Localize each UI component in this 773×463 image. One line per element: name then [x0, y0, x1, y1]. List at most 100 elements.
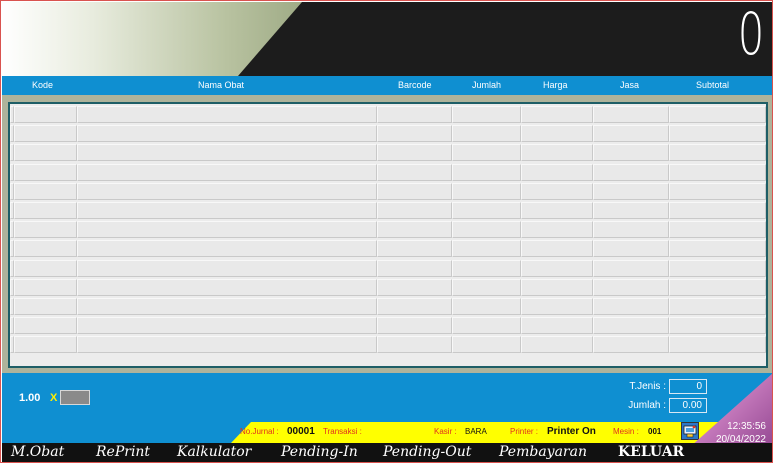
- table-cell[interactable]: [14, 144, 77, 162]
- table-cell[interactable]: [669, 317, 766, 335]
- table-cell[interactable]: [521, 221, 593, 239]
- table-cell[interactable]: [669, 125, 766, 143]
- table-cell[interactable]: [14, 125, 77, 143]
- table-cell[interactable]: [77, 182, 377, 200]
- table-cell[interactable]: [377, 125, 452, 143]
- table-cell[interactable]: [14, 240, 77, 258]
- table-cell[interactable]: [377, 182, 452, 200]
- table-cell[interactable]: [593, 278, 669, 296]
- table-cell[interactable]: [77, 221, 377, 239]
- table-cell[interactable]: [669, 144, 766, 162]
- table-cell[interactable]: [377, 259, 452, 277]
- table-cell[interactable]: [377, 144, 452, 162]
- table-cell[interactable]: [521, 163, 593, 181]
- table-cell[interactable]: [521, 259, 593, 277]
- menu-pending-in[interactable]: Pending-In: [281, 444, 358, 460]
- table-cell[interactable]: [452, 125, 521, 143]
- table-cell[interactable]: [14, 221, 77, 239]
- table-cell[interactable]: [77, 259, 377, 277]
- table-cell[interactable]: [593, 163, 669, 181]
- table-cell[interactable]: [669, 221, 766, 239]
- table-cell[interactable]: [521, 278, 593, 296]
- table-cell[interactable]: [593, 298, 669, 315]
- table-row[interactable]: [10, 105, 766, 124]
- table-cell[interactable]: [593, 144, 669, 162]
- table-cell[interactable]: [669, 202, 766, 219]
- table-cell[interactable]: [14, 202, 77, 219]
- quantity-input[interactable]: [60, 390, 90, 405]
- table-cell[interactable]: [377, 278, 452, 296]
- menu-pending-out[interactable]: Pending-Out: [383, 444, 471, 460]
- table-cell[interactable]: [669, 163, 766, 181]
- table-cell[interactable]: [452, 240, 521, 258]
- table-cell[interactable]: [14, 278, 77, 296]
- table-cell[interactable]: [377, 221, 452, 239]
- table-cell[interactable]: [14, 317, 77, 335]
- table-cell[interactable]: [377, 240, 452, 258]
- table-cell[interactable]: [377, 336, 452, 354]
- table-cell[interactable]: [593, 202, 669, 219]
- table-cell[interactable]: [521, 182, 593, 200]
- table-cell[interactable]: [521, 317, 593, 335]
- table-cell[interactable]: [669, 278, 766, 296]
- table-cell[interactable]: [452, 336, 521, 354]
- table-cell[interactable]: [452, 182, 521, 200]
- menu-m-obat[interactable]: M.Obat: [11, 444, 64, 460]
- table-row[interactable]: [10, 316, 766, 335]
- table-cell[interactable]: [14, 298, 77, 315]
- table-cell[interactable]: [452, 144, 521, 162]
- table-cell[interactable]: [593, 106, 669, 123]
- table-cell[interactable]: [77, 278, 377, 296]
- table-cell[interactable]: [669, 182, 766, 200]
- table-cell[interactable]: [77, 163, 377, 181]
- table-row[interactable]: [10, 124, 766, 143]
- table-cell[interactable]: [14, 182, 77, 200]
- menu-pembayaran[interactable]: Pembayaran: [499, 444, 587, 460]
- table-cell[interactable]: [77, 106, 377, 123]
- table-cell[interactable]: [669, 106, 766, 123]
- table-cell[interactable]: [452, 202, 521, 219]
- table-cell[interactable]: [521, 240, 593, 258]
- table-cell[interactable]: [521, 336, 593, 354]
- table-cell[interactable]: [521, 125, 593, 143]
- table-row[interactable]: [10, 297, 766, 316]
- table-cell[interactable]: [521, 202, 593, 219]
- table-row[interactable]: [10, 163, 766, 182]
- table-cell[interactable]: [77, 336, 377, 354]
- table-cell[interactable]: [377, 202, 452, 219]
- table-cell[interactable]: [14, 163, 77, 181]
- table-row[interactable]: [10, 259, 766, 278]
- table-cell[interactable]: [593, 221, 669, 239]
- table-cell[interactable]: [377, 298, 452, 315]
- table-cell[interactable]: [377, 163, 452, 181]
- menu-keluar[interactable]: KELUAR: [618, 444, 684, 460]
- item-grid[interactable]: [8, 102, 768, 368]
- table-cell[interactable]: [14, 106, 77, 123]
- table-cell[interactable]: [593, 240, 669, 258]
- table-cell[interactable]: [77, 144, 377, 162]
- table-cell[interactable]: [593, 125, 669, 143]
- table-row[interactable]: [10, 220, 766, 239]
- table-row[interactable]: [10, 182, 766, 201]
- table-row[interactable]: [10, 278, 766, 297]
- menu-reprint[interactable]: RePrint: [96, 444, 150, 460]
- table-cell[interactable]: [377, 106, 452, 123]
- table-cell[interactable]: [521, 144, 593, 162]
- table-cell[interactable]: [77, 240, 377, 258]
- table-cell[interactable]: [452, 221, 521, 239]
- table-cell[interactable]: [77, 298, 377, 315]
- table-cell[interactable]: [452, 317, 521, 335]
- table-cell[interactable]: [452, 163, 521, 181]
- table-cell[interactable]: [669, 240, 766, 258]
- menu-kalkulator[interactable]: Kalkulator: [177, 444, 251, 460]
- table-cell[interactable]: [14, 259, 77, 277]
- table-cell[interactable]: [377, 317, 452, 335]
- table-cell[interactable]: [669, 259, 766, 277]
- table-cell[interactable]: [452, 298, 521, 315]
- table-cell[interactable]: [669, 336, 766, 354]
- table-cell[interactable]: [669, 298, 766, 315]
- table-cell[interactable]: [14, 336, 77, 354]
- table-cell[interactable]: [593, 182, 669, 200]
- table-cell[interactable]: [593, 336, 669, 354]
- table-cell[interactable]: [521, 298, 593, 315]
